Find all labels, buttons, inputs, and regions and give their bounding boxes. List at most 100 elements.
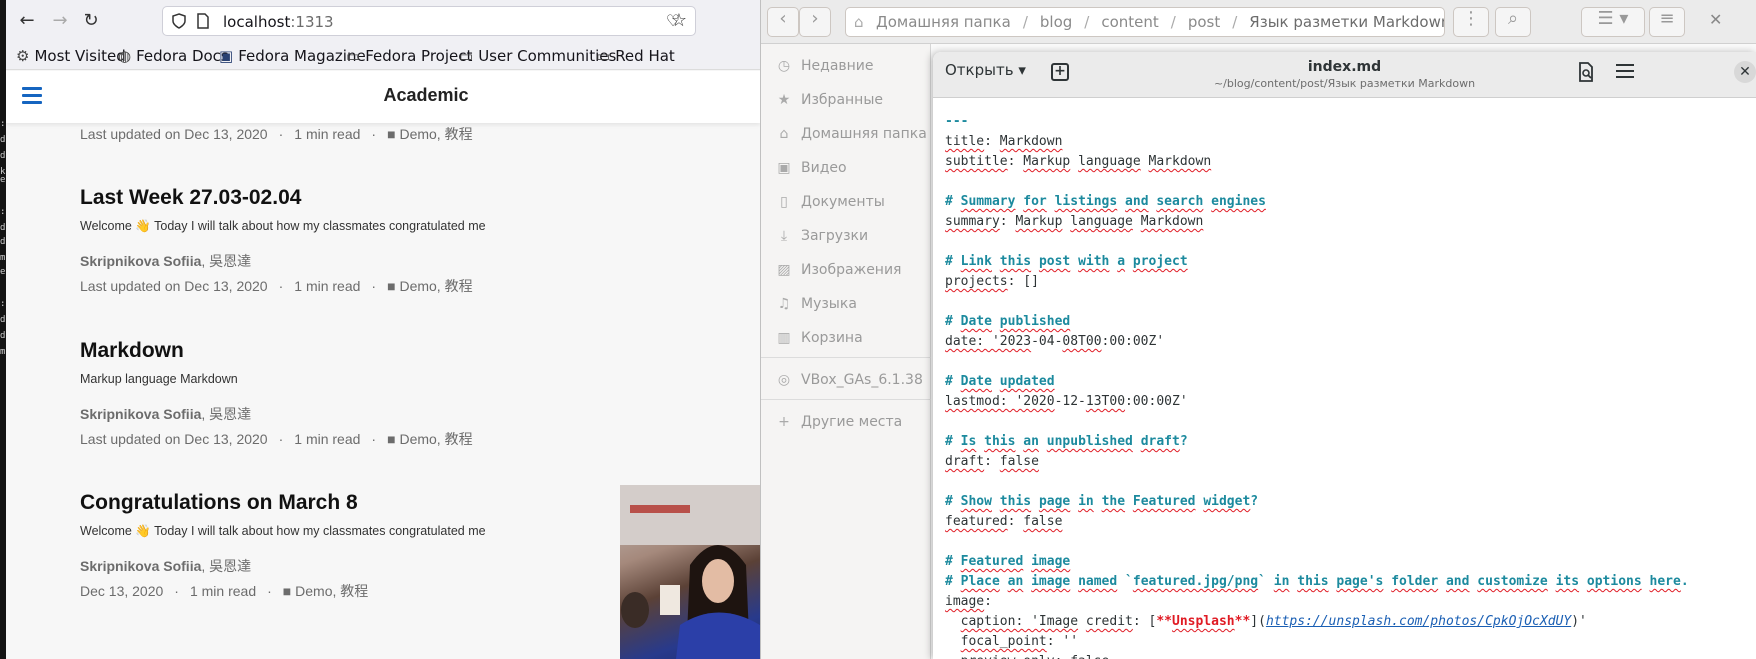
editor-line: featured: false [945,514,1063,529]
folder-icon: ▭ [459,47,474,65]
sidebar-item-music[interactable]: ♫ Музыка [775,296,857,312]
globe-icon: ◍ [118,47,132,65]
editor-line: date: '2023-04-08T00:00:00Z' [945,334,1165,349]
sidebar-item-other-locations[interactable]: + Другие места [775,414,902,430]
terminal-glyph: m [0,253,6,263]
menu-icon[interactable] [1616,64,1634,82]
post-summary: Welcome 👋 Today I will talk about how my… [80,524,486,538]
editor-line: lastmod: '2020-12-13T00:00:00Z' [945,394,1188,409]
close-icon[interactable]: ✕ [1709,10,1722,29]
view-toggle-icon[interactable]: ☰ ▾ [1581,7,1645,37]
search-icon[interactable]: ⌕ [1495,7,1531,37]
forward-icon[interactable]: → [49,10,71,32]
pocket-icon[interactable]: ♡ [662,10,684,32]
post-meta: Dec 13, 2020 · 1 min read · ■ Demo, 教程 [80,583,369,599]
terminal-glyph: : [0,299,6,309]
bookmarks-bar: ⚙ Most Visited ◍ Fedora Docs ▣ Fedora Magaz… [6,42,760,70]
editor-line: # Link this post with a project [945,254,1188,269]
terminal-glyph: d [0,331,6,341]
path-segment[interactable]: content [1101,13,1158,31]
post-summary: Markup language Markdown [80,372,238,386]
download-icon: ⤓ [780,228,788,244]
folder-icon: ■ [282,583,292,599]
path-segment[interactable]: Домашняя папка [876,13,1011,31]
star-icon: ★ [777,92,791,108]
bookmark-user-communities[interactable]: ▭ User Communities [459,47,616,65]
editor-line: focal_point: '' [960,634,1079,649]
sidebar-item-downloads[interactable]: ⤓ Загрузки [775,228,868,244]
terminal-glyph: d [0,151,6,161]
sidebar-item-vbox[interactable]: ◎ VBox_GAs_6.1.38 [775,372,923,388]
editor-line: # Date published [945,314,1071,329]
path-segment-current[interactable]: Язык разметки Markdown [1249,13,1444,31]
folder-icon: ▭ [596,47,611,65]
editor-text-area[interactable]: --- title: Markdown subtitle: Markup langu… [945,112,1756,659]
close-icon[interactable]: ✕ [1734,61,1756,83]
editor-line: # Featured image [945,554,1071,569]
post-authors: Skripnikova Sofiia, 吳恩達 [80,406,252,422]
terminal-glyph: : [0,207,6,217]
post-featured-image[interactable] [620,485,760,659]
terminal-glyph: m [0,347,6,357]
reload-icon[interactable]: ↻ [80,10,102,32]
editor-line: --- [945,114,969,129]
bookmark-fedora-project[interactable]: ▭ Fedora Project [346,47,472,65]
post-title[interactable]: Last Week 27.03-02.04 [80,186,301,210]
post-meta: Last updated on Dec 13, 2020 · 1 min read ·… [80,278,473,294]
editor-line: image: [945,594,992,609]
post-meta: Last updated on Dec 13, 2020 · 1 min read ·… [80,431,473,447]
plus-icon: + [778,414,790,430]
bookmark-fedora-docs[interactable]: ◍ Fedora Docs [118,47,229,65]
site-title[interactable]: Academic [6,85,760,106]
editor-line: subtitle: Markup language Markdown [945,154,1212,169]
image-icon: ▨ [777,262,791,278]
post-title[interactable]: Markdown [80,339,184,363]
editor-line: summary: Markup language Markdown [945,214,1204,229]
sidebar-item-documents[interactable]: ▯ Документы [775,194,885,210]
sidebar-item-pictures[interactable]: ▨ Изображения [775,262,901,278]
folder-icon: ■ [387,278,396,294]
search-in-document-icon[interactable] [1577,62,1595,82]
sidebar-item-trash[interactable]: ▥ Корзина [775,330,862,346]
sidebar-item-starred[interactable]: ★ Избранные [775,92,883,108]
menu-icon[interactable]: ≡ [1649,7,1685,37]
clock-icon: ◷ [777,58,791,74]
editor-line: # Date updated [945,374,1055,389]
home-icon: ⌂ [854,13,864,31]
editor-line: # Place an image named `featured.jpg/png… [945,574,1689,589]
sidebar-item-recent[interactable]: ◷ Недавние [775,58,874,74]
folder-icon: ■ [387,126,396,142]
shield-icon [172,13,186,29]
url-port: :1313 [290,13,334,31]
url-bar[interactable]: localhost:1313 ☆ [162,6,696,36]
bookmark-red-hat[interactable]: ▭ Red Hat [596,47,675,65]
home-icon: ⌂ [779,126,789,142]
back-icon[interactable]: ‹ [767,7,799,37]
bookmark-most-visited[interactable]: ⚙ Most Visited [16,47,126,65]
path-segment[interactable]: post [1188,13,1220,31]
video-icon: ▣ [777,160,791,176]
post-authors: Skripnikova Sofiia, 吳恩達 [80,558,252,574]
places-sidebar: ◷ Недавние ★ Избранные ⌂ Домашняя папка ▣ Ви… [761,44,931,659]
terminal-glyph: d [0,223,6,233]
path-bar[interactable]: ⌂ Домашняя папка / blog / content / post / Язык р… [845,7,1445,37]
terminal-glyph: d [0,237,6,247]
editor-line: # Show this page in the Featured widget? [945,494,1259,509]
path-segment[interactable]: blog [1040,13,1072,31]
folder-icon: ■ [387,431,396,447]
more-icon[interactable]: ⋮ [1453,7,1489,37]
editor-line: projects: [] [945,274,1039,289]
post-title[interactable]: Congratulations on March 8 [80,491,358,515]
editor-line: title: Markdown [945,134,1063,149]
forward-icon[interactable]: › [799,7,831,37]
browser-toolbar: ← → ↻ localhost:1313 ☆ ♡ [6,0,760,42]
terminal-glyph: d [0,315,6,325]
sidebar-item-videos[interactable]: ▣ Видео [775,160,846,176]
bookmark-fedora-magazine[interactable]: ▣ Fedora Magazine [219,47,366,65]
back-icon[interactable]: ← [16,10,38,32]
post-summary: Welcome 👋 Today I will talk about how my… [80,219,486,233]
sidebar-item-home[interactable]: ⌂ Домашняя папка [775,126,927,142]
